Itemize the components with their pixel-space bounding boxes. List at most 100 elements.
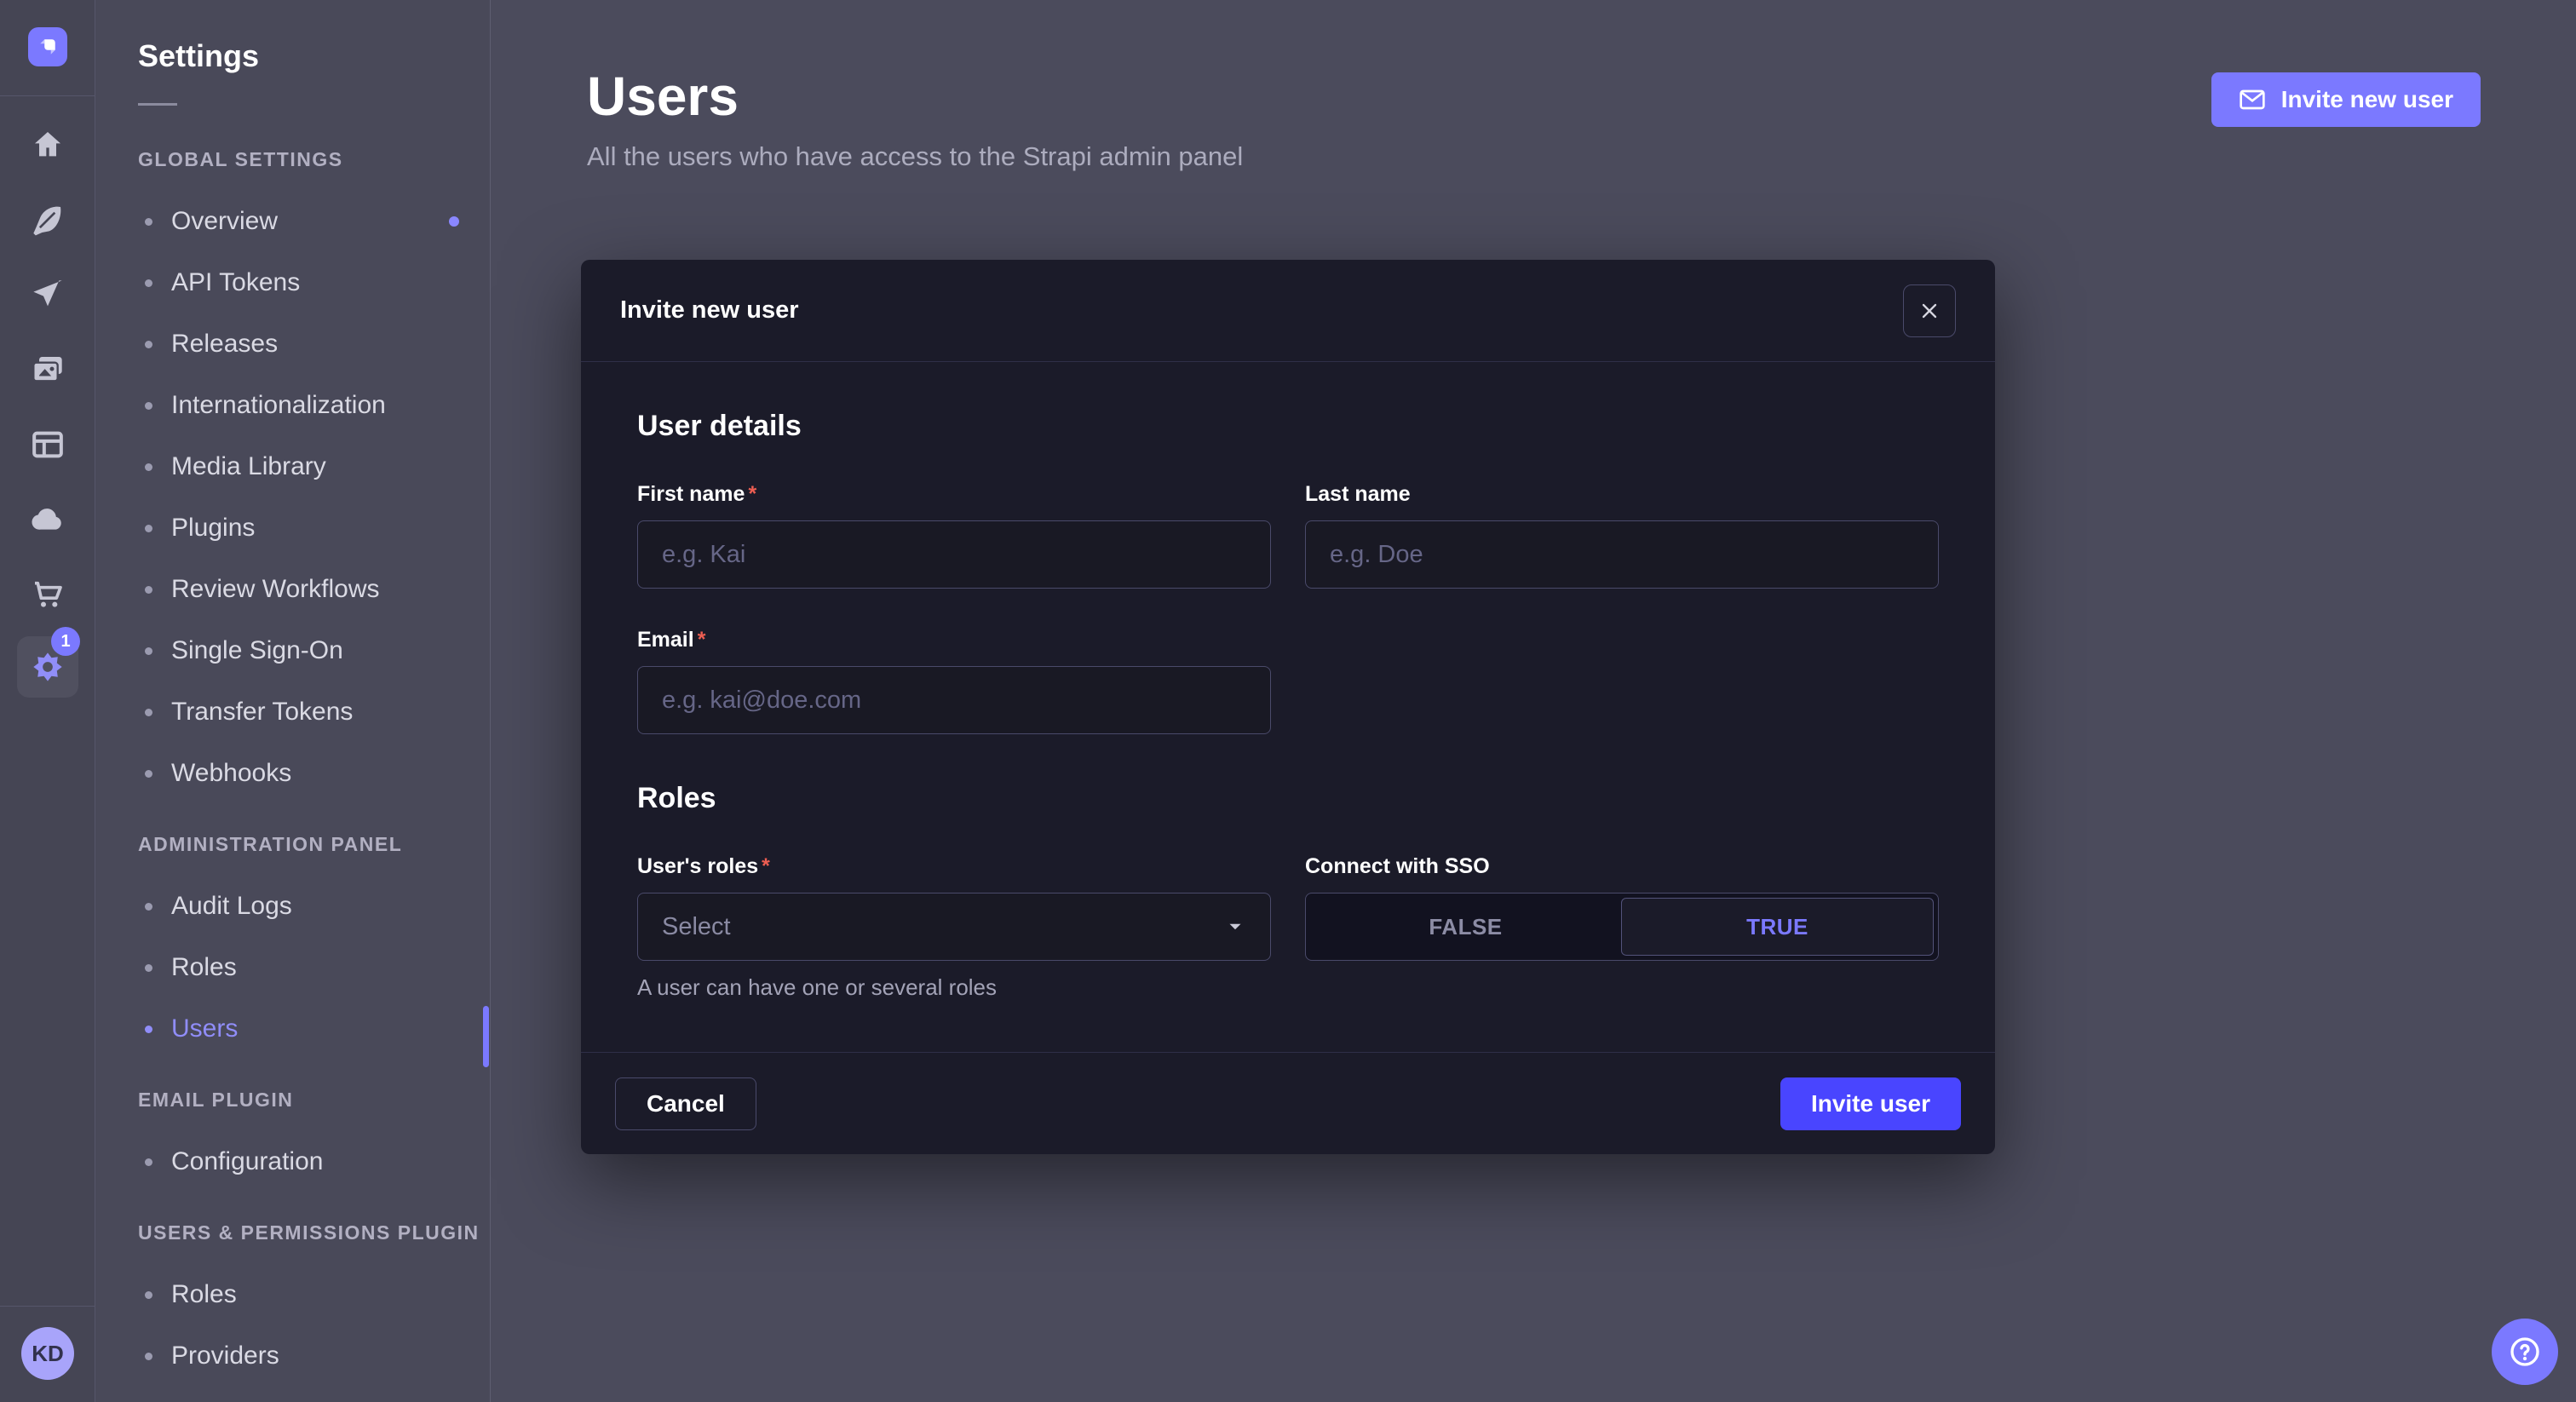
users-roles-select[interactable]: Select	[637, 893, 1271, 961]
user-details-heading: User details	[637, 410, 1939, 443]
sidebar-item-label: Overview	[171, 207, 278, 236]
sidebar-item-label: Releases	[171, 330, 278, 359]
invite-user-modal: Invite new user User details First name*…	[581, 260, 1995, 1154]
nav-section: GLOBAL SETTINGS Overview API Tokens Release…	[95, 128, 490, 804]
users-roles-hint: A user can have one or several roles	[637, 974, 1271, 1001]
bullet-icon	[145, 903, 152, 911]
settings-sidebar: Settings GLOBAL SETTINGS Overview API Toke…	[95, 0, 491, 1402]
nav-section: USERS & PERMISSIONS PLUGINRoles Providers	[95, 1201, 490, 1387]
rail-icon-list	[0, 128, 95, 612]
email-label: Email*	[637, 628, 1271, 652]
sidebar-item-label: Providers	[171, 1342, 279, 1370]
bullet-icon	[145, 1291, 152, 1299]
page-title: Users	[587, 65, 739, 128]
sidebar-item-review-workflows[interactable]: Review Workflows	[95, 559, 490, 620]
sidebar-item-label: API Tokens	[171, 268, 300, 297]
sso-toggle-true[interactable]: TRUE	[1621, 898, 1934, 956]
gear-icon	[31, 650, 65, 684]
sidebar-item-roles[interactable]: Roles	[95, 1264, 490, 1325]
icon-rail: 1 KD	[0, 0, 95, 1402]
sidebar-item-single-sign-on[interactable]: Single Sign-On	[95, 620, 490, 681]
rail-divider	[0, 95, 95, 96]
sidebar-item-transfer-tokens[interactable]: Transfer Tokens	[95, 681, 490, 743]
media-images-icon[interactable]	[31, 353, 65, 387]
first-name-label: First name*	[637, 482, 1271, 507]
bullet-icon	[145, 586, 152, 594]
bullet-icon	[145, 1026, 152, 1033]
cancel-button[interactable]: Cancel	[615, 1077, 756, 1130]
bullet-icon	[145, 709, 152, 716]
sidebar-item-overview[interactable]: Overview	[95, 191, 490, 252]
email-field: Email*	[637, 628, 1271, 734]
bullet-icon	[145, 1353, 152, 1360]
required-asterisk: *	[762, 854, 770, 878]
user-avatar[interactable]: KD	[21, 1327, 74, 1380]
bullet-icon	[145, 402, 152, 410]
first-name-input[interactable]	[637, 520, 1271, 589]
marketplace-cart-icon[interactable]	[31, 577, 65, 612]
question-mark-icon	[2508, 1335, 2542, 1369]
sidebar-item-webhooks[interactable]: Webhooks	[95, 743, 490, 804]
sidebar-item-configuration[interactable]: Configuration	[95, 1131, 490, 1192]
invite-new-user-button[interactable]: Invite new user	[2211, 72, 2481, 127]
email-input[interactable]	[637, 666, 1271, 734]
required-asterisk: *	[748, 482, 756, 506]
cloud-icon[interactable]	[31, 503, 65, 537]
sidebar-item-label: Transfer Tokens	[171, 698, 353, 727]
sidebar-item-label: Configuration	[171, 1147, 323, 1176]
content-feather-icon[interactable]	[31, 203, 65, 237]
sidebar-item-plugins[interactable]: Plugins	[95, 497, 490, 559]
required-asterisk: *	[698, 628, 706, 652]
bullet-icon	[145, 279, 152, 287]
modal-title: Invite new user	[620, 296, 799, 325]
bullet-icon	[145, 647, 152, 655]
last-name-input[interactable]	[1305, 520, 1939, 589]
bullet-icon	[145, 341, 152, 348]
sso-toggle-false[interactable]: FALSE	[1310, 898, 1621, 956]
sidebar-item-internationalization[interactable]: Internationalization	[95, 375, 490, 436]
last-name-field: Last name	[1305, 482, 1939, 589]
chevron-down-icon	[1224, 916, 1246, 938]
settings-notification-badge: 1	[51, 627, 80, 656]
sidebar-item-users[interactable]: Users	[95, 998, 490, 1060]
sidebar-item-label: Webhooks	[171, 759, 291, 788]
sidebar-nav: GLOBAL SETTINGS Overview API Tokens Release…	[95, 128, 490, 1387]
close-button[interactable]	[1903, 284, 1956, 337]
close-icon	[1918, 299, 1941, 323]
sidebar-item-providers[interactable]: Providers	[95, 1325, 490, 1387]
nav-section-label: USERS & PERMISSIONS PLUGIN	[95, 1201, 490, 1264]
sidebar-item-label: Roles	[171, 953, 237, 982]
invite-new-user-label: Invite new user	[2281, 86, 2453, 113]
page-subtitle: All the users who have access to the Str…	[587, 141, 1243, 172]
nav-section-label: GLOBAL SETTINGS	[95, 128, 490, 191]
nav-section-label: EMAIL PLUGIN	[95, 1068, 490, 1131]
sidebar-item-roles[interactable]: Roles	[95, 937, 490, 998]
send-icon[interactable]	[31, 278, 65, 312]
sidebar-item-label: Review Workflows	[171, 575, 380, 604]
last-name-label: Last name	[1305, 482, 1939, 507]
sidebar-item-api-tokens[interactable]: API Tokens	[95, 252, 490, 313]
sidebar-item-audit-logs[interactable]: Audit Logs	[95, 876, 490, 937]
sidebar-title: Settings	[138, 38, 259, 74]
nav-section: EMAIL PLUGIN Configuration	[95, 1068, 490, 1192]
sidebar-item-media-library[interactable]: Media Library	[95, 436, 490, 497]
bullet-icon	[145, 463, 152, 471]
help-button[interactable]	[2492, 1319, 2558, 1385]
sidebar-item-releases[interactable]: Releases	[95, 313, 490, 375]
modal-header: Invite new user	[581, 260, 1995, 362]
strapi-logo[interactable]	[28, 27, 67, 66]
sso-toggle: FALSE TRUE	[1305, 893, 1939, 961]
envelope-icon	[2239, 86, 2266, 113]
nav-section-label: ADMINISTRATION PANEL	[95, 813, 490, 876]
home-icon[interactable]	[31, 128, 65, 162]
bullet-icon	[145, 770, 152, 778]
sidebar-scrollbar[interactable]	[483, 1006, 489, 1067]
sidebar-item-label: Audit Logs	[171, 892, 292, 921]
sidebar-item-label: Internationalization	[171, 391, 386, 420]
invite-user-submit-button[interactable]: Invite user	[1780, 1077, 1961, 1130]
rail-divider-bottom	[0, 1306, 95, 1307]
layout-icon[interactable]	[31, 428, 65, 462]
sidebar-item-label: Users	[171, 1014, 238, 1043]
modal-footer: Cancel Invite user	[581, 1052, 1995, 1154]
sidebar-item-label: Single Sign-On	[171, 636, 343, 665]
